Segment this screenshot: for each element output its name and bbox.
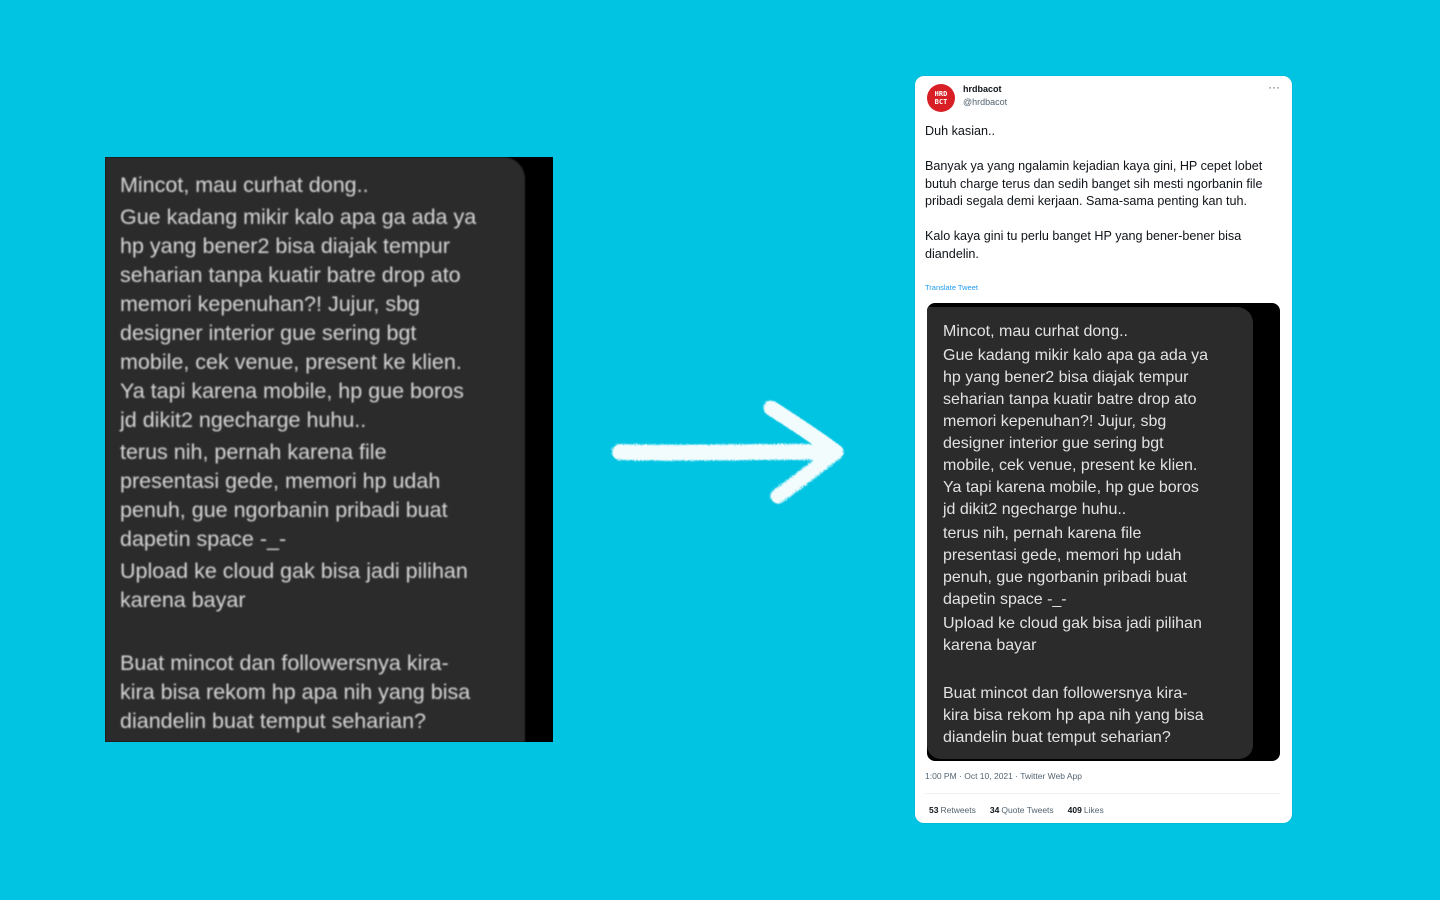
more-options-icon[interactable]: ··· (1268, 80, 1280, 94)
tweet-timestamp[interactable]: 1:00 PM · Oct 10, 2021 · Twitter Web App (925, 771, 1082, 781)
quotes-count: 34 (989, 805, 1000, 815)
chat-message: Upload ke cloud gak bisa jadi pilihan ka… (943, 615, 1202, 654)
tweet-media-image[interactable]: Mincot, mau curhat dong.. Gue kadang mik… (927, 303, 1280, 761)
translate-tweet-link[interactable]: Translate Tweet (925, 283, 978, 292)
avatar-text: HRD (934, 90, 948, 98)
likes-stat[interactable]: 409 Likes (1068, 805, 1104, 815)
chat-message: Upload ke cloud gak bisa jadi pilihan ka… (120, 559, 468, 612)
chat-message: Buat mincot dan followersnya kira- kira … (120, 651, 471, 733)
user-handle[interactable]: @hrdbacot (963, 97, 1007, 107)
retweets-label: Retweets (940, 805, 976, 815)
retweets-stat[interactable]: 53 Retweets (929, 805, 976, 815)
avatar[interactable]: HRD BCT (927, 84, 955, 112)
divider (925, 793, 1280, 794)
retweets-count: 53 (929, 805, 939, 815)
likes-count: 409 (1067, 805, 1082, 815)
tweet-text: Duh kasian.. Banyak ya yang ngalamin kej… (925, 124, 1263, 261)
chat-message: Gue kadang mikir kalo apa ga ada ya hp y… (120, 205, 477, 432)
quote-tweets-stat[interactable]: 34 Quote Tweets (990, 805, 1054, 815)
tweet-card: HRD BCT hrdbacot @hrdbacot ··· Duh kasia… (915, 76, 1292, 823)
avatar-text: BCT (934, 98, 948, 106)
chat-message: Gue kadang mikir kalo apa ga ada ya hp y… (943, 347, 1209, 518)
arrow-right-icon (612, 400, 844, 504)
tweet-stats: 53 Retweets 34 Quote Tweets 409 Likes (929, 805, 1104, 815)
chat-bubble: Mincot, mau curhat dong.. Gue kadang mik… (927, 307, 1253, 759)
quotes-label: Quote Tweets (1001, 805, 1054, 815)
username[interactable]: hrdbacot (963, 84, 1002, 94)
chat-message: Mincot, mau curhat dong.. (120, 173, 369, 197)
chat-message: terus nih, pernah karena file presentasi… (943, 525, 1187, 608)
likes-label: Likes (1083, 805, 1104, 815)
chat-message: Mincot, mau curhat dong.. (943, 323, 1128, 340)
chat-message: Buat mincot dan followersnya kira- kira … (943, 685, 1204, 746)
chat-screenshot: Mincot, mau curhat dong.. Gue kadang mik… (105, 157, 553, 742)
chat-message: terus nih, pernah karena file presentasi… (120, 440, 448, 551)
chat-bubble: Mincot, mau curhat dong.. Gue kadang mik… (105, 157, 525, 742)
